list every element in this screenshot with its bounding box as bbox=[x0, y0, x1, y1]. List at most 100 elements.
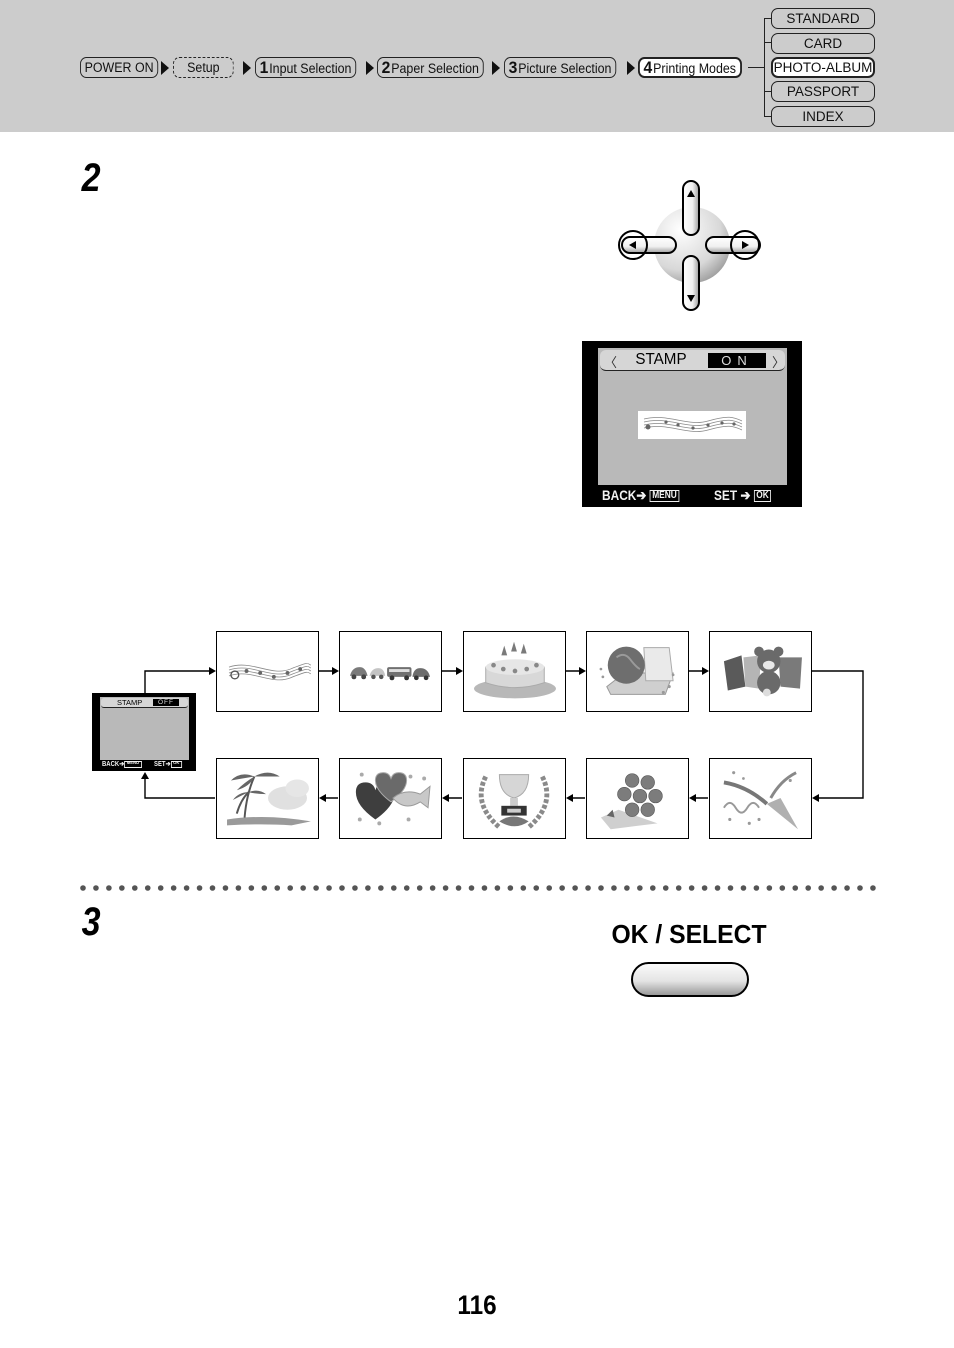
divider-dot bbox=[585, 885, 591, 891]
divider-dot bbox=[326, 885, 332, 891]
divider-dot bbox=[870, 885, 876, 891]
lcd-set-hint: SET ➔ OK bbox=[714, 487, 772, 504]
divider-dot bbox=[662, 885, 669, 891]
lcd-setting-bar: 〈 STAMP ON 〉 bbox=[600, 350, 785, 371]
lcd-setting-bar: STAMP OFF bbox=[101, 698, 188, 708]
divider-dot bbox=[714, 885, 721, 891]
step-number: 2 bbox=[381, 58, 391, 77]
divider-dot bbox=[481, 885, 488, 891]
breadcrumb-label: Printing Modes bbox=[653, 61, 736, 76]
step-number-3: 3 bbox=[81, 900, 101, 944]
mode-standard[interactable]: STANDARD bbox=[771, 8, 875, 29]
palm-beach-icon bbox=[227, 772, 311, 826]
divider-dot bbox=[766, 885, 773, 891]
divider-dot bbox=[727, 885, 734, 891]
ok-select-label: OK / SELECT bbox=[611, 919, 767, 949]
divider-dot bbox=[753, 885, 760, 891]
stamp-thumb-trophy-wreath bbox=[463, 758, 566, 839]
divider-dot bbox=[222, 885, 229, 891]
arrow-right-icon bbox=[366, 61, 374, 75]
mode-passport[interactable]: PASSPORT bbox=[771, 81, 875, 102]
divider-dot bbox=[598, 885, 604, 891]
divider-dot bbox=[157, 885, 164, 891]
dotted-divider bbox=[80, 885, 876, 891]
party-popper-icon bbox=[723, 771, 799, 830]
stamp-thumb-music-notes bbox=[216, 631, 319, 712]
ok-key-icon: OK bbox=[170, 760, 182, 768]
divider-dot bbox=[442, 885, 449, 891]
divider-dot bbox=[624, 885, 630, 891]
stamp-thumb-palm-beach bbox=[216, 758, 319, 839]
navigation-header: POWER ON Setup 1Input Selection 2Paper S… bbox=[0, 0, 954, 132]
dpad-up-button[interactable] bbox=[682, 180, 700, 236]
divider-dot bbox=[572, 885, 578, 891]
arrow-right-icon bbox=[243, 61, 251, 75]
divider-dot bbox=[805, 885, 811, 891]
divider-dot bbox=[844, 885, 850, 891]
breadcrumb-paper-selection[interactable]: 2Paper Selection bbox=[377, 57, 484, 78]
divider-dot bbox=[533, 885, 540, 891]
divider-dot bbox=[507, 885, 514, 891]
tree-connector bbox=[748, 67, 765, 69]
birthday-cake-icon bbox=[474, 641, 556, 699]
breadcrumb-setup[interactable]: Setup bbox=[173, 57, 234, 78]
lcd-setting-value: ON bbox=[708, 353, 766, 368]
lcd-screen-stamp-on: 〈 STAMP ON 〉 BACK➔ MENU SET ➔ OK bbox=[582, 341, 802, 507]
lcd-set-hint: SET➔ OK bbox=[154, 760, 182, 768]
breadcrumb-label: Setup bbox=[187, 60, 220, 75]
lcd-display: STAMP OFF bbox=[100, 697, 189, 760]
stamp-preview bbox=[638, 411, 746, 439]
stamp-thumb-hearts-candy bbox=[339, 758, 442, 839]
hearts-candy-icon bbox=[355, 772, 431, 826]
divider-dot bbox=[300, 885, 306, 891]
menu-key-icon: MENU bbox=[124, 760, 142, 768]
divider-dot bbox=[494, 885, 501, 891]
divider-dot bbox=[391, 885, 397, 891]
mode-photo-album[interactable]: PHOTO-ALBUM bbox=[771, 57, 875, 78]
breadcrumb-label: Paper Selection bbox=[391, 61, 479, 76]
stamp-thumb-birthday-cake bbox=[463, 631, 566, 712]
arrow-right-icon: ➔ bbox=[740, 487, 751, 503]
breadcrumb-label: POWER ON bbox=[84, 60, 154, 75]
breadcrumb-printing-modes[interactable]: 4Printing Modes bbox=[638, 57, 742, 78]
divider-dot bbox=[429, 885, 436, 891]
mode-card[interactable]: CARD bbox=[771, 33, 875, 54]
arrow-right-icon bbox=[627, 61, 635, 75]
breadcrumb-picture-selection[interactable]: 3Picture Selection bbox=[504, 57, 617, 78]
stamp-thumb-cars bbox=[339, 631, 442, 712]
divider-dot bbox=[80, 885, 86, 891]
ok-key-icon: OK bbox=[753, 490, 772, 503]
dpad-down-button[interactable] bbox=[682, 255, 700, 311]
divider-dot bbox=[170, 885, 177, 891]
cars-icon bbox=[350, 667, 430, 681]
divider-dot bbox=[520, 885, 527, 891]
back-label: BACK bbox=[602, 487, 637, 503]
tree-connector bbox=[764, 18, 766, 116]
music-notes-stamp-icon bbox=[643, 416, 743, 432]
lcd-setting-label: STAMP bbox=[117, 698, 143, 707]
divider-dot bbox=[119, 885, 125, 891]
divider-dot bbox=[740, 885, 747, 891]
breadcrumb-label: Picture Selection bbox=[518, 61, 612, 76]
lcd-right-arrow-icon: 〉 bbox=[772, 355, 786, 370]
breadcrumb-input-selection[interactable]: 1Input Selection bbox=[255, 57, 356, 78]
ok-select-button[interactable] bbox=[631, 962, 749, 997]
mode-index[interactable]: INDEX bbox=[771, 106, 875, 127]
divider-dot bbox=[468, 885, 475, 891]
divider-dot bbox=[818, 885, 824, 891]
divider-dot bbox=[339, 885, 345, 891]
divider-dot bbox=[248, 885, 255, 891]
divider-dot bbox=[455, 885, 462, 891]
step-number-2: 2 bbox=[81, 156, 101, 200]
breadcrumb-power-on[interactable]: POWER ON bbox=[80, 57, 159, 78]
lcd-setting-value: OFF bbox=[153, 699, 179, 706]
back-label: BACK bbox=[102, 761, 120, 768]
divider-dot bbox=[857, 885, 863, 891]
set-label: SET bbox=[714, 487, 738, 503]
divider-dot bbox=[196, 885, 203, 891]
divider-dot bbox=[106, 885, 112, 891]
divider-dot bbox=[701, 885, 708, 891]
lcd-screen-stamp-off: STAMP OFF BACK➔ MENU SET➔ OK bbox=[92, 693, 196, 771]
divider-dot bbox=[352, 885, 358, 891]
music-notes-icon bbox=[228, 663, 312, 681]
